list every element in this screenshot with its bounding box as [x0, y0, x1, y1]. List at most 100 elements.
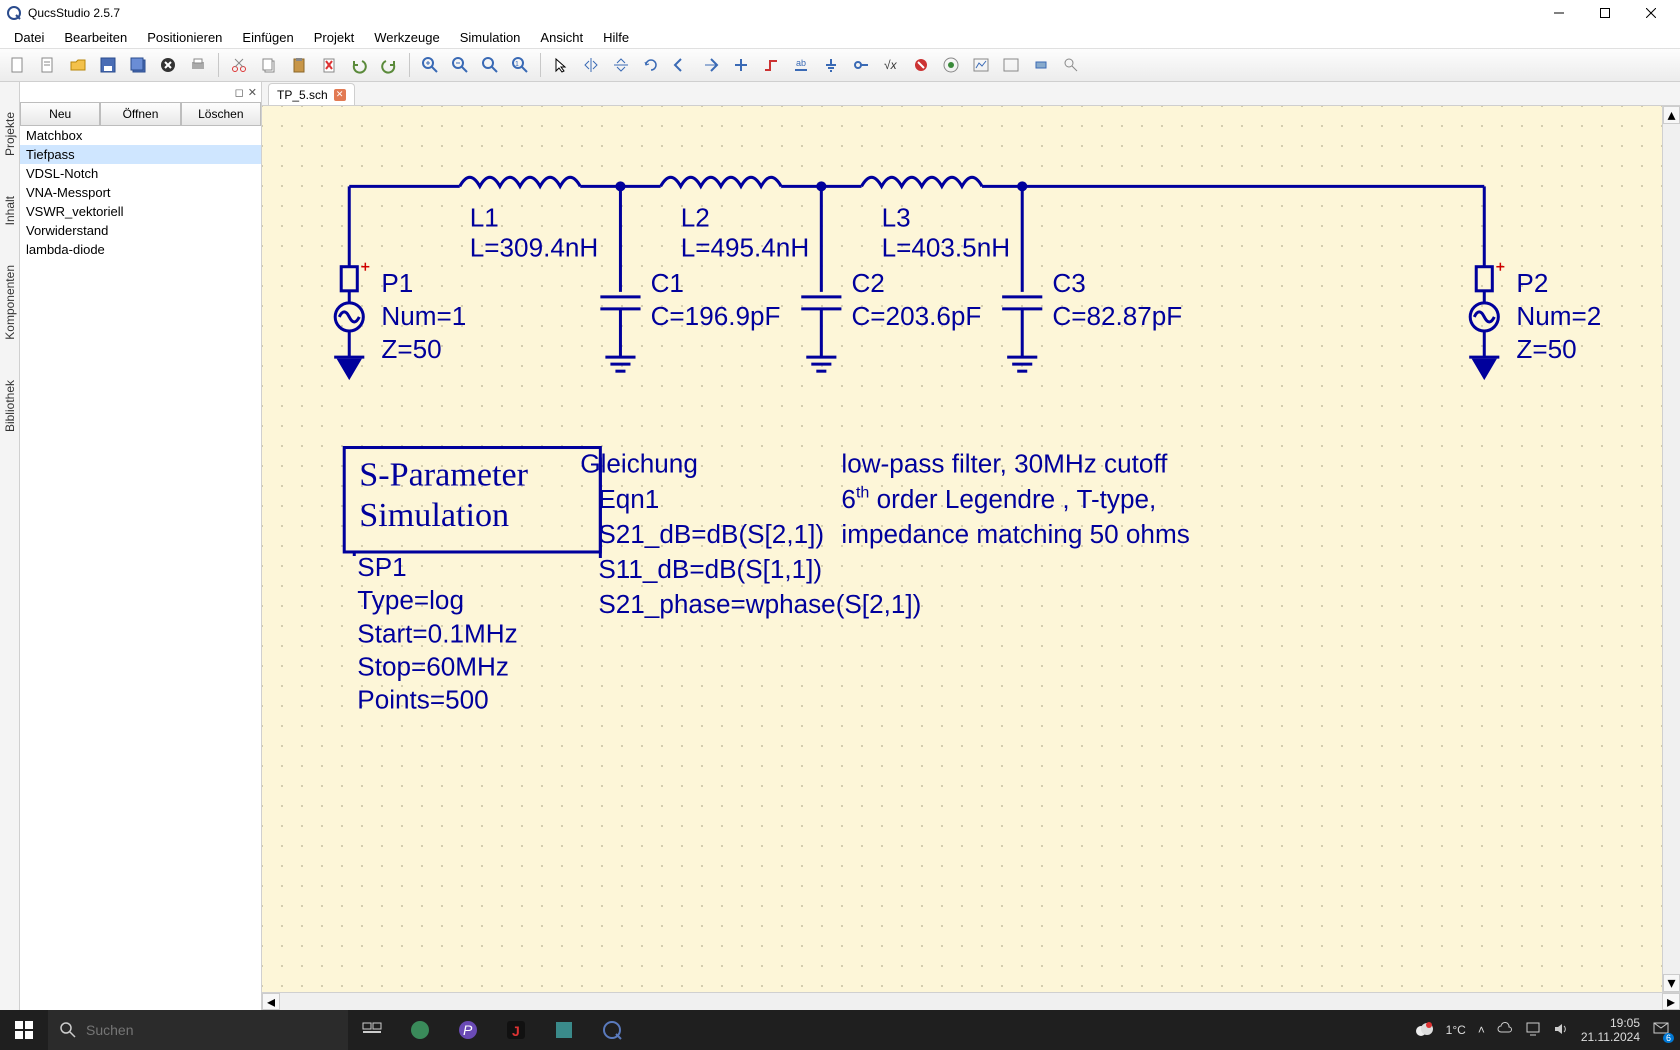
tab-tp5[interactable]: TP_5.sch ✕ — [268, 83, 355, 105]
show-results-icon[interactable] — [967, 51, 995, 79]
tab-close-icon[interactable]: ✕ — [334, 89, 346, 101]
open-project-button[interactable]: Öffnen — [100, 102, 180, 126]
menu-positionieren[interactable]: Positionieren — [137, 28, 232, 47]
tray-notifications-icon[interactable]: 6 — [1652, 1020, 1670, 1041]
svg-text:ab: ab — [796, 58, 806, 68]
taskbar-search[interactable] — [48, 1010, 348, 1050]
tray-volume-icon[interactable] — [1553, 1021, 1569, 1040]
port-icon[interactable] — [847, 51, 875, 79]
menu-werkzeuge[interactable]: Werkzeuge — [364, 28, 450, 47]
menu-einfuegen[interactable]: Einfügen — [232, 28, 303, 47]
wire-icon[interactable] — [757, 51, 785, 79]
zoom-100-icon[interactable]: 1 — [506, 51, 534, 79]
delete-project-button[interactable]: Löschen — [181, 102, 261, 126]
eqn-e2: S11_dB=dB(S[1,1]) — [598, 554, 822, 584]
minimize-button[interactable] — [1536, 0, 1582, 26]
tray-clock[interactable]: 19:05 21.11.2024 — [1581, 1016, 1640, 1045]
new-project-button[interactable]: Neu — [20, 102, 100, 126]
zoom-out-icon[interactable] — [446, 51, 474, 79]
scroll-up-icon[interactable]: ▴ — [1663, 106, 1680, 124]
component-l3[interactable] — [862, 176, 983, 196]
taskbar-app-2[interactable]: P — [444, 1010, 492, 1050]
taskbar-app-qucs[interactable] — [588, 1010, 636, 1050]
start-button[interactable] — [0, 1010, 48, 1050]
paste-icon[interactable] — [285, 51, 313, 79]
tray-cloud-icon[interactable] — [1497, 1021, 1513, 1040]
project-item[interactable]: Matchbox — [20, 126, 261, 145]
wire-label-icon[interactable]: ab — [787, 51, 815, 79]
vertical-scrollbar[interactable]: ▴ ▾ — [1662, 106, 1680, 992]
component-l2[interactable] — [661, 176, 782, 196]
taskbar-app-4[interactable] — [540, 1010, 588, 1050]
tune-icon[interactable] — [907, 51, 935, 79]
zoom-fit-icon[interactable] — [476, 51, 504, 79]
move-back-icon[interactable] — [667, 51, 695, 79]
project-item[interactable]: VDSL-Notch — [20, 164, 261, 183]
menu-hilfe[interactable]: Hilfe — [593, 28, 639, 47]
scroll-right-icon[interactable]: ▸ — [1662, 993, 1680, 1010]
ground-icon[interactable] — [817, 51, 845, 79]
mirror-h-icon[interactable] — [577, 51, 605, 79]
tray-chevron-up-icon[interactable]: ˄ — [1478, 1023, 1485, 1037]
search-component-icon[interactable] — [1057, 51, 1085, 79]
project-item[interactable]: VNA-Messport — [20, 183, 261, 202]
delete-icon[interactable] — [315, 51, 343, 79]
taskbar-search-input[interactable] — [86, 1022, 336, 1038]
component-c2[interactable] — [801, 297, 841, 357]
component-icon[interactable] — [1027, 51, 1055, 79]
sidetab-inhalt[interactable]: Inhalt — [3, 196, 17, 225]
weather-icon[interactable] — [1414, 1019, 1434, 1042]
panel-undock-icon[interactable]: ◻ — [235, 86, 244, 99]
component-l1[interactable] — [460, 176, 581, 196]
menu-bearbeiten[interactable]: Bearbeiten — [54, 28, 137, 47]
scroll-down-icon[interactable]: ▾ — [1663, 974, 1680, 992]
sidetab-projekte[interactable]: Projekte — [3, 112, 17, 156]
sidetab-komponenten[interactable]: Komponenten — [3, 265, 17, 340]
weather-temp[interactable]: 1°C — [1446, 1023, 1466, 1037]
save-icon[interactable] — [94, 51, 122, 79]
task-view-icon[interactable] — [348, 1010, 396, 1050]
tray-network-icon[interactable] — [1525, 1021, 1541, 1040]
redo-icon[interactable] — [375, 51, 403, 79]
panel-close-icon[interactable]: ✕ — [248, 86, 257, 99]
project-item[interactable]: lambda-diode — [20, 240, 261, 259]
new-text-icon[interactable] — [34, 51, 62, 79]
project-list[interactable]: MatchboxTiefpassVDSL-NotchVNA-MessportVS… — [20, 126, 261, 1010]
move-front-icon[interactable] — [697, 51, 725, 79]
simulate-icon[interactable] — [937, 51, 965, 79]
scroll-left-icon[interactable]: ◂ — [262, 993, 280, 1010]
taskbar-app-3[interactable]: J — [492, 1010, 540, 1050]
component-c3[interactable] — [1002, 297, 1042, 357]
project-item[interactable]: Tiefpass — [20, 145, 261, 164]
menu-datei[interactable]: Datei — [4, 28, 54, 47]
project-item[interactable]: VSWR_vektoriell — [20, 202, 261, 221]
horizontal-scrollbar[interactable]: ◂ ▸ — [262, 992, 1680, 1010]
close-doc-icon[interactable] — [154, 51, 182, 79]
deactivate-icon[interactable] — [727, 51, 755, 79]
print-icon[interactable] — [184, 51, 212, 79]
rotate-icon[interactable] — [637, 51, 665, 79]
menu-projekt[interactable]: Projekt — [304, 28, 364, 47]
component-p2[interactable] — [1470, 263, 1504, 357]
sidetab-bibliothek[interactable]: Bibliothek — [3, 380, 17, 432]
open-icon[interactable] — [64, 51, 92, 79]
schematic-canvas[interactable]: L1 L=309.4nH L2 L=495.4nH L3 L=4 — [262, 106, 1680, 1010]
menu-simulation[interactable]: Simulation — [450, 28, 531, 47]
copy-icon[interactable] — [255, 51, 283, 79]
menu-ansicht[interactable]: Ansicht — [530, 28, 593, 47]
save-all-icon[interactable] — [124, 51, 152, 79]
undo-icon[interactable] — [345, 51, 373, 79]
pointer-icon[interactable] — [547, 51, 575, 79]
new-file-icon[interactable] — [4, 51, 32, 79]
zoom-in-icon[interactable] — [416, 51, 444, 79]
maximize-button[interactable] — [1582, 0, 1628, 26]
component-c1[interactable] — [600, 297, 640, 357]
diagram-icon[interactable] — [997, 51, 1025, 79]
cut-icon[interactable] — [225, 51, 253, 79]
component-p1[interactable] — [335, 263, 369, 357]
project-item[interactable]: Vorwiderstand — [20, 221, 261, 240]
close-button[interactable] — [1628, 0, 1674, 26]
taskbar-app-1[interactable] — [396, 1010, 444, 1050]
mirror-v-icon[interactable] — [607, 51, 635, 79]
equation-icon[interactable]: √x — [877, 51, 905, 79]
